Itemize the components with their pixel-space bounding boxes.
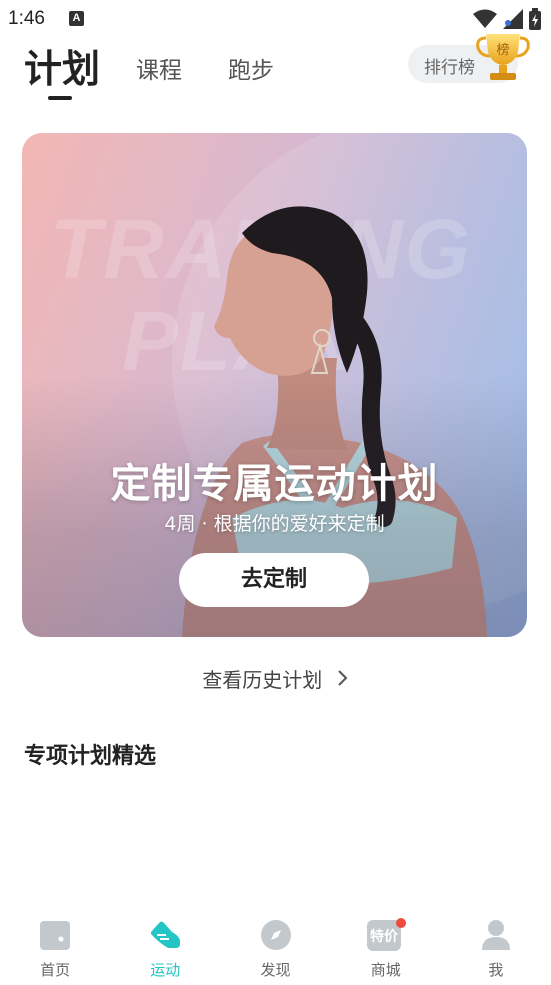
tab-plan[interactable]: 计划	[24, 44, 101, 100]
nav-discover[interactable]: 发现	[220, 900, 330, 985]
compass-icon	[260, 920, 291, 950]
home-icon	[40, 921, 71, 950]
status-time: 1:46	[8, 8, 45, 29]
sport-shoe-icon	[151, 921, 181, 948]
tab-running[interactable]: 跑步	[228, 48, 274, 94]
shop-sale-label: 特价	[370, 928, 399, 945]
history-plans-link[interactable]: 查看历史计划	[0, 664, 551, 693]
nav-home[interactable]: 首页	[0, 900, 110, 985]
nav-home-label: 首页	[40, 961, 71, 979]
nav-shop-label: 商城	[370, 961, 401, 979]
customize-button[interactable]: 去定制	[179, 553, 369, 607]
nav-me-label: 我	[488, 961, 504, 979]
nav-discover-label: 发现	[260, 961, 291, 979]
shop-sale-icon: 特价	[366, 918, 406, 951]
notification-a-icon: A	[69, 11, 84, 26]
section-title: 专项计划精选	[24, 744, 157, 769]
history-plans-label: 查看历史计划	[202, 668, 323, 692]
nav-sport-label: 运动	[150, 961, 181, 979]
wifi-icon	[473, 9, 497, 28]
nav-me[interactable]: 我	[441, 900, 551, 985]
nav-shop[interactable]: 特价 商城	[331, 900, 441, 985]
tab-courses[interactable]: 课程	[136, 48, 182, 94]
chevron-right-icon	[337, 670, 348, 686]
tab-active-indicator	[48, 96, 72, 100]
banner-title: 定制专属运动计划	[110, 461, 439, 507]
nav-sport[interactable]: 运动	[110, 900, 220, 985]
profile-icon	[481, 920, 510, 950]
trophy-label: 榜	[496, 42, 509, 58]
signal-icon	[503, 9, 523, 29]
tab-plan-label: 计划	[24, 47, 101, 91]
status-icons	[473, 8, 541, 30]
bottom-nav: 首页 运动 发现 特价 商城 我	[0, 900, 551, 985]
banner-subtitle: 4周 · 根据你的爱好来定制	[164, 513, 385, 535]
top-tab-bar: 计划 课程 跑步	[24, 34, 320, 100]
status-bar: 1:46 A	[0, 0, 551, 38]
trophy-icon[interactable]: 榜	[474, 30, 532, 85]
leaderboard-label: 排行榜	[424, 58, 475, 78]
custom-plan-banner[interactable]: TRAINING PLAN 定制专属运动计划 4周 · 根据你的爱好来定制 去定…	[22, 133, 527, 637]
battery-icon	[529, 8, 541, 30]
